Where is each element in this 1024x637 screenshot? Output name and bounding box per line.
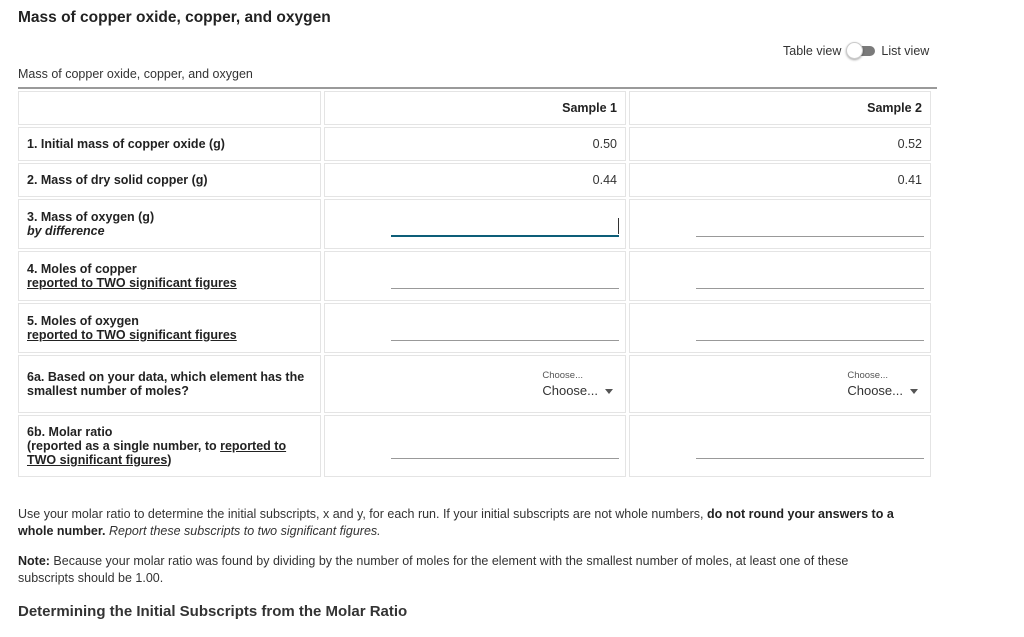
table-header-row: Sample 1 Sample 2 — [18, 91, 931, 125]
row-label-main: 3. Mass of oxygen (g) — [27, 210, 155, 224]
sample1-value: 0.50 — [324, 127, 626, 161]
dropdown-arrow-icon — [910, 389, 918, 395]
instruction-italic: Report these subscripts to two significa… — [105, 524, 381, 538]
sample2-cell — [629, 303, 931, 353]
sample2-value: 0.41 — [629, 163, 931, 197]
note-text: Because your molar ratio was found by di… — [18, 554, 849, 585]
sublabel-text: ) — [167, 453, 172, 467]
oxygen-mass-sample1-input[interactable] — [391, 211, 619, 237]
note-label: Note: — [18, 554, 50, 568]
row-label-sub: by difference — [27, 224, 105, 238]
molar-ratio-sample2-input[interactable] — [696, 433, 924, 459]
row-label-sub: (reported as a single number, to reporte… — [27, 439, 312, 467]
view-toggle-switch[interactable] — [846, 42, 877, 59]
sample2-cell — [629, 251, 931, 301]
header-sample-1: Sample 1 — [324, 91, 626, 125]
header-empty — [18, 91, 321, 125]
table-row: 6a. Based on your data, which element ha… — [18, 355, 931, 413]
molar-ratio-sample1-input[interactable] — [391, 433, 619, 459]
row-label: 3. Mass of oxygen (g) by difference — [18, 199, 321, 249]
list-view-label[interactable]: List view — [881, 44, 929, 58]
table-row: 3. Mass of oxygen (g) by difference — [18, 199, 931, 249]
toggle-knob — [846, 42, 864, 59]
text-caret — [618, 218, 619, 234]
sample2-cell — [629, 415, 931, 477]
sample2-cell: Choose... Choose... — [629, 355, 931, 413]
smallest-moles-sample2-select[interactable]: Choose... Choose... — [847, 370, 918, 398]
table-row: 4. Moles of copper reported to TWO signi… — [18, 251, 931, 301]
copper-moles-sample2-input[interactable] — [696, 263, 924, 289]
row-label: 5. Moles of oxygen reported to TWO signi… — [18, 303, 321, 353]
row-label: 1. Initial mass of copper oxide (g) — [18, 127, 321, 161]
smallest-moles-sample1-select[interactable]: Choose... Choose... — [542, 370, 613, 398]
table-row: 1. Initial mass of copper oxide (g) 0.50… — [18, 127, 931, 161]
view-toggle: Table view List view — [783, 42, 929, 59]
select-mini-label: Choose... — [847, 370, 889, 381]
row-label: 2. Mass of dry solid copper (g) — [18, 163, 321, 197]
select-mini-label: Choose... — [542, 370, 584, 381]
table-view-label[interactable]: Table view — [783, 44, 841, 58]
oxygen-moles-sample1-input[interactable] — [391, 315, 619, 341]
sample1-cell — [324, 303, 626, 353]
row-label: 6b. Molar ratio (reported as a single nu… — [18, 415, 321, 477]
select-value: Choose... — [847, 383, 903, 398]
row-label-main: 6b. Molar ratio — [27, 425, 113, 439]
sample1-cell: Choose... Choose... — [324, 355, 626, 413]
copper-moles-sample1-input[interactable] — [391, 263, 619, 289]
instruction-text: Use your molar ratio to determine the in… — [18, 507, 707, 521]
sample1-cell — [324, 199, 626, 249]
oxygen-mass-sample2-input[interactable] — [696, 211, 924, 237]
sample1-cell — [324, 415, 626, 477]
row-label: 4. Moles of copper reported to TWO signi… — [18, 251, 321, 301]
dropdown-arrow-icon — [605, 389, 613, 395]
table-row: 6b. Molar ratio (reported as a single nu… — [18, 415, 931, 477]
sample2-value: 0.52 — [629, 127, 931, 161]
section-title: Determining the Initial Subscripts from … — [18, 603, 408, 620]
select-value: Choose... — [542, 383, 598, 398]
page-title: Mass of copper oxide, copper, and oxygen — [18, 9, 331, 26]
sample2-cell — [629, 199, 931, 249]
header-sample-2: Sample 2 — [629, 91, 931, 125]
sublabel-text: (reported as a single number, to — [27, 439, 221, 453]
sample1-cell — [324, 251, 626, 301]
row-label-main: 5. Moles of oxygen — [27, 314, 139, 328]
instructions-paragraph: Use your molar ratio to determine the in… — [18, 506, 898, 540]
oxygen-moles-sample2-input[interactable] — [696, 315, 924, 341]
row-label: 6a. Based on your data, which element ha… — [18, 355, 321, 413]
table-row: 2. Mass of dry solid copper (g) 0.44 0.4… — [18, 163, 931, 197]
row-label-link[interactable]: reported to TWO significant figures — [27, 328, 312, 342]
note-paragraph: Note: Because your molar ratio was found… — [18, 553, 898, 587]
sample1-value: 0.44 — [324, 163, 626, 197]
row-label-link[interactable]: reported to TWO significant figures — [27, 276, 312, 290]
data-table: Sample 1 Sample 2 1. Initial mass of cop… — [15, 89, 934, 479]
row-label-main: 4. Moles of copper — [27, 262, 137, 276]
table-caption: Mass of copper oxide, copper, and oxygen — [18, 67, 253, 81]
table-row: 5. Moles of oxygen reported to TWO signi… — [18, 303, 931, 353]
